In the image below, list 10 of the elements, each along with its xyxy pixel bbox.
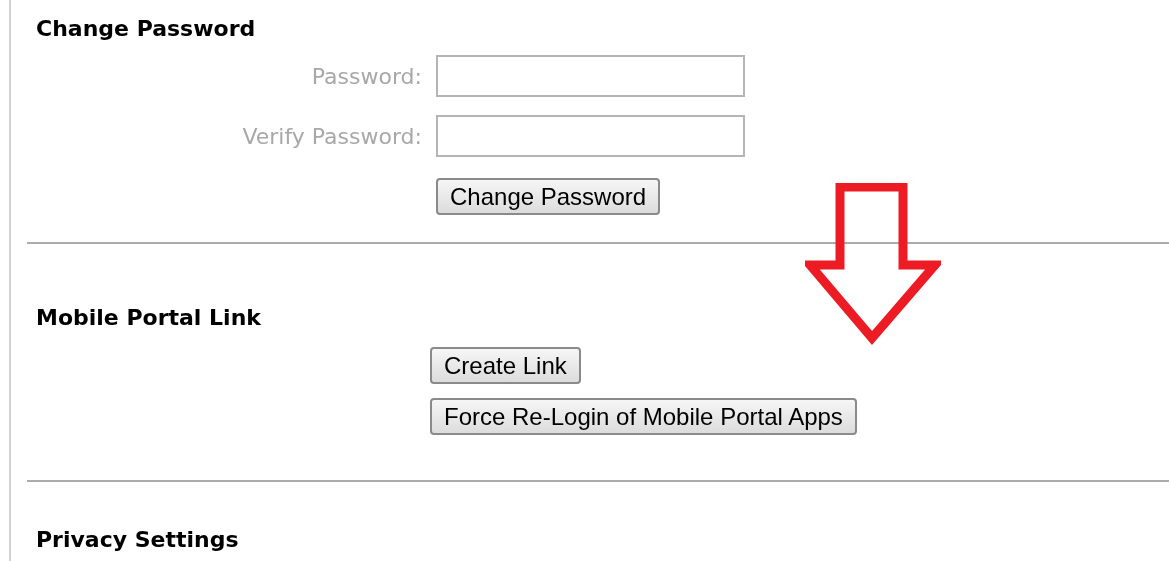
section-heading: Mobile Portal Link (36, 304, 261, 332)
action-button[interactable]: Create Link (430, 347, 581, 384)
field-label: Verify Password: (242, 123, 422, 149)
input-field[interactable] (436, 55, 745, 97)
section-heading: Change Password (36, 15, 256, 43)
section-heading: Privacy Settings (36, 526, 239, 554)
field-label: Password: (311, 63, 422, 89)
action-button[interactable]: Force Re-Login of Mobile Portal Apps (430, 398, 857, 435)
input-field[interactable] (436, 115, 745, 157)
change-password-button[interactable]: Change Password (436, 178, 661, 215)
